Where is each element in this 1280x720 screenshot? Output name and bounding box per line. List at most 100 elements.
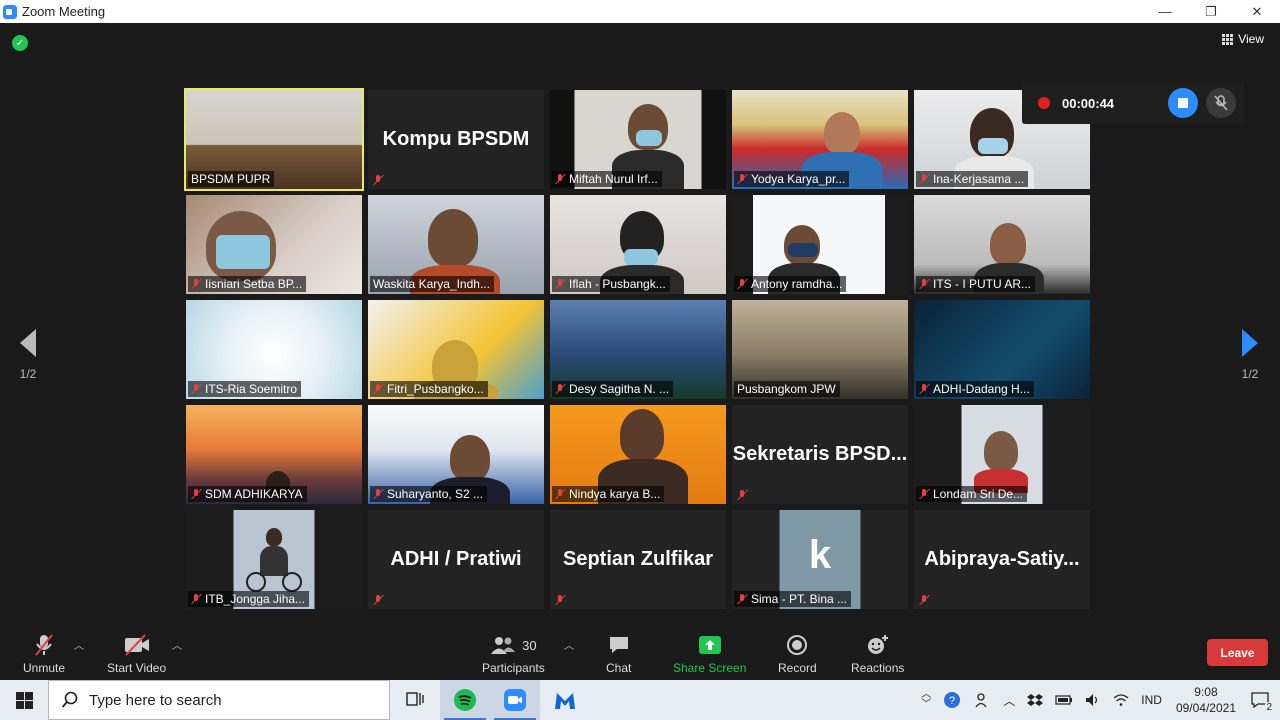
participant-name-label: Desy Sagitha N. ... (552, 381, 674, 397)
task-view-icon (406, 692, 424, 706)
participant-name-label (370, 173, 388, 187)
participant-tile[interactable]: Septian Zulfikar (550, 510, 726, 609)
participant-tile[interactable]: Nindya karya B... (550, 405, 726, 504)
previous-page-button[interactable]: 1/2 (8, 329, 48, 381)
participant-display-name: ADHI / Pratiwi (390, 548, 522, 570)
notification-count: 2 (1264, 702, 1274, 713)
people-icon[interactable] (973, 691, 991, 709)
language-indicator[interactable]: IND (1141, 693, 1162, 707)
view-label: View (1238, 32, 1264, 46)
muted-mic-icon (191, 383, 202, 395)
spotify-taskbar-app[interactable] (440, 680, 490, 720)
participant-tile[interactable]: ITS-Ria Soemitro (186, 300, 362, 399)
participant-tile[interactable]: Abipraya-Satiy... (914, 510, 1090, 609)
share-screen-button[interactable]: Share Screen (673, 633, 746, 675)
audio-options-caret-icon[interactable]: ︿ (74, 637, 84, 652)
malwarebytes-taskbar-app[interactable] (540, 680, 590, 720)
muted-mic-icon (919, 383, 930, 395)
view-button[interactable]: View (1222, 32, 1264, 46)
participant-tile[interactable]: Yodya Karya_pr... (732, 90, 908, 189)
participant-name: Miftah Nurul Irf... (569, 172, 658, 186)
participant-tile[interactable]: Sekretaris BPSD... (732, 405, 908, 504)
participant-tile[interactable]: BPSDM PUPR (184, 88, 364, 191)
next-page-button[interactable]: 1/2 (1230, 329, 1270, 381)
leave-button[interactable]: Leave (1207, 639, 1268, 666)
maximize-button[interactable]: ❐ (1188, 0, 1234, 23)
participant-name-label: ITS-Ria Soemitro (188, 381, 302, 397)
participant-name-label: Iflah - Pusbangk... (552, 276, 670, 292)
participant-tile[interactable]: ADHI / Pratiwi (368, 510, 544, 609)
tray-scroll-icon[interactable]: ︿ ﹀ (921, 690, 931, 710)
page-indicator-right: 1/2 (1241, 367, 1259, 381)
participant-name-label: Yodya Karya_pr... (734, 171, 850, 187)
muted-mic-icon (555, 278, 566, 290)
participants-caret-icon[interactable]: ︿ (564, 637, 574, 652)
participant-tile[interactable]: SDM ADHIKARYA (186, 405, 362, 504)
chat-button[interactable]: Chat (606, 633, 631, 675)
record-icon (787, 635, 808, 655)
participant-name: Antony ramdha... (751, 277, 843, 291)
participants-button[interactable]: 30 Participants (482, 633, 545, 675)
page-indicator-left: 1/2 (19, 367, 37, 381)
participant-name-label: Nindya karya B... (552, 486, 665, 502)
participants-count: 30 (522, 637, 537, 653)
start-button[interactable] (0, 680, 48, 720)
participant-tile[interactable]: ITS - I PUTU AR... (914, 195, 1090, 294)
participant-name-label: Pusbangkom JPW (734, 381, 840, 397)
arrow-left-icon (20, 329, 36, 357)
participant-tile[interactable]: Iflah - Pusbangk... (550, 195, 726, 294)
participant-name-label: Fitri_Pusbangko... (370, 381, 488, 397)
participant-tile[interactable]: Suharyanto, S2 ... (368, 405, 544, 504)
muted-mic-icon (191, 593, 202, 605)
participant-tile[interactable]: Desy Sagitha N. ... (550, 300, 726, 399)
reactions-icon (867, 635, 888, 654)
muted-mic-icon (191, 278, 202, 290)
zoom-taskbar-app[interactable] (490, 680, 540, 720)
muted-mic-icon (191, 488, 202, 500)
show-hidden-icons-icon[interactable]: ︿ (1003, 692, 1015, 709)
participant-tile[interactable]: Kompu BPSDM (368, 90, 544, 189)
wifi-icon[interactable] (1113, 693, 1129, 707)
reactions-button[interactable]: Reactions (851, 633, 904, 675)
record-button[interactable]: Record (778, 633, 817, 675)
participant-name: Pusbangkom JPW (737, 382, 836, 396)
participant-tile[interactable]: Fitri_Pusbangko... (368, 300, 544, 399)
participant-tile[interactable]: ITB_Jongga Jiha... (186, 510, 362, 609)
participant-tile[interactable]: Waskita Karya_Indh... (368, 195, 544, 294)
mute-recording-button[interactable] (1206, 88, 1236, 118)
notifications-button[interactable]: 2 (1250, 691, 1274, 713)
start-video-button[interactable]: Start Video (107, 633, 166, 675)
participant-tile[interactable]: Antony ramdha... (732, 195, 908, 294)
participant-tile[interactable]: Miftah Nurul Irf... (550, 90, 726, 189)
chat-icon (609, 637, 628, 653)
participant-name-label: Sima - PT. Bina ... (734, 591, 852, 607)
unmute-button[interactable]: Unmute (23, 633, 65, 675)
volume-icon[interactable] (1085, 693, 1101, 707)
participant-name: SDM ADHIKARYA (205, 487, 303, 501)
participant-tile[interactable]: Iisniari Setba BP... (186, 195, 362, 294)
taskbar-clock[interactable]: 9:08 09/04/2021 (1176, 684, 1236, 716)
video-options-caret-icon[interactable]: ︿ (172, 637, 182, 652)
help-icon[interactable]: ? (943, 691, 961, 709)
dropbox-icon[interactable] (1027, 693, 1044, 707)
participant-name-label: Iisniari Setba BP... (188, 276, 307, 292)
muted-mic-icon (373, 488, 384, 500)
minimize-button[interactable]: — (1142, 0, 1188, 23)
participant-display-name: Sekretaris BPSD... (732, 443, 908, 465)
participant-tile[interactable]: Londam Sri De... (914, 405, 1090, 504)
task-view-button[interactable] (390, 680, 440, 720)
participant-name-label: ITB_Jongga Jiha... (188, 591, 310, 607)
video-off-icon (124, 634, 149, 656)
participant-tile[interactable]: ADHI-Dadang H... (914, 300, 1090, 399)
participant-display-name: Septian Zulfikar (562, 548, 714, 570)
close-button[interactable]: ✕ (1234, 0, 1280, 23)
participant-tile[interactable]: k Sima - PT. Bina ... (732, 510, 908, 609)
mic-off-icon (1214, 95, 1228, 111)
system-tray: ︿ ﹀ ? ︿ IND 9:08 09/04/2021 2 (915, 680, 1280, 720)
battery-icon[interactable] (1055, 695, 1073, 705)
participant-tile[interactable]: Pusbangkom JPW (732, 300, 908, 399)
stop-recording-button[interactable] (1168, 88, 1198, 118)
muted-mic-icon (373, 383, 384, 395)
encryption-shield-icon[interactable]: ✓ (12, 35, 28, 51)
taskbar-search-box[interactable]: Type here to search (48, 680, 390, 720)
